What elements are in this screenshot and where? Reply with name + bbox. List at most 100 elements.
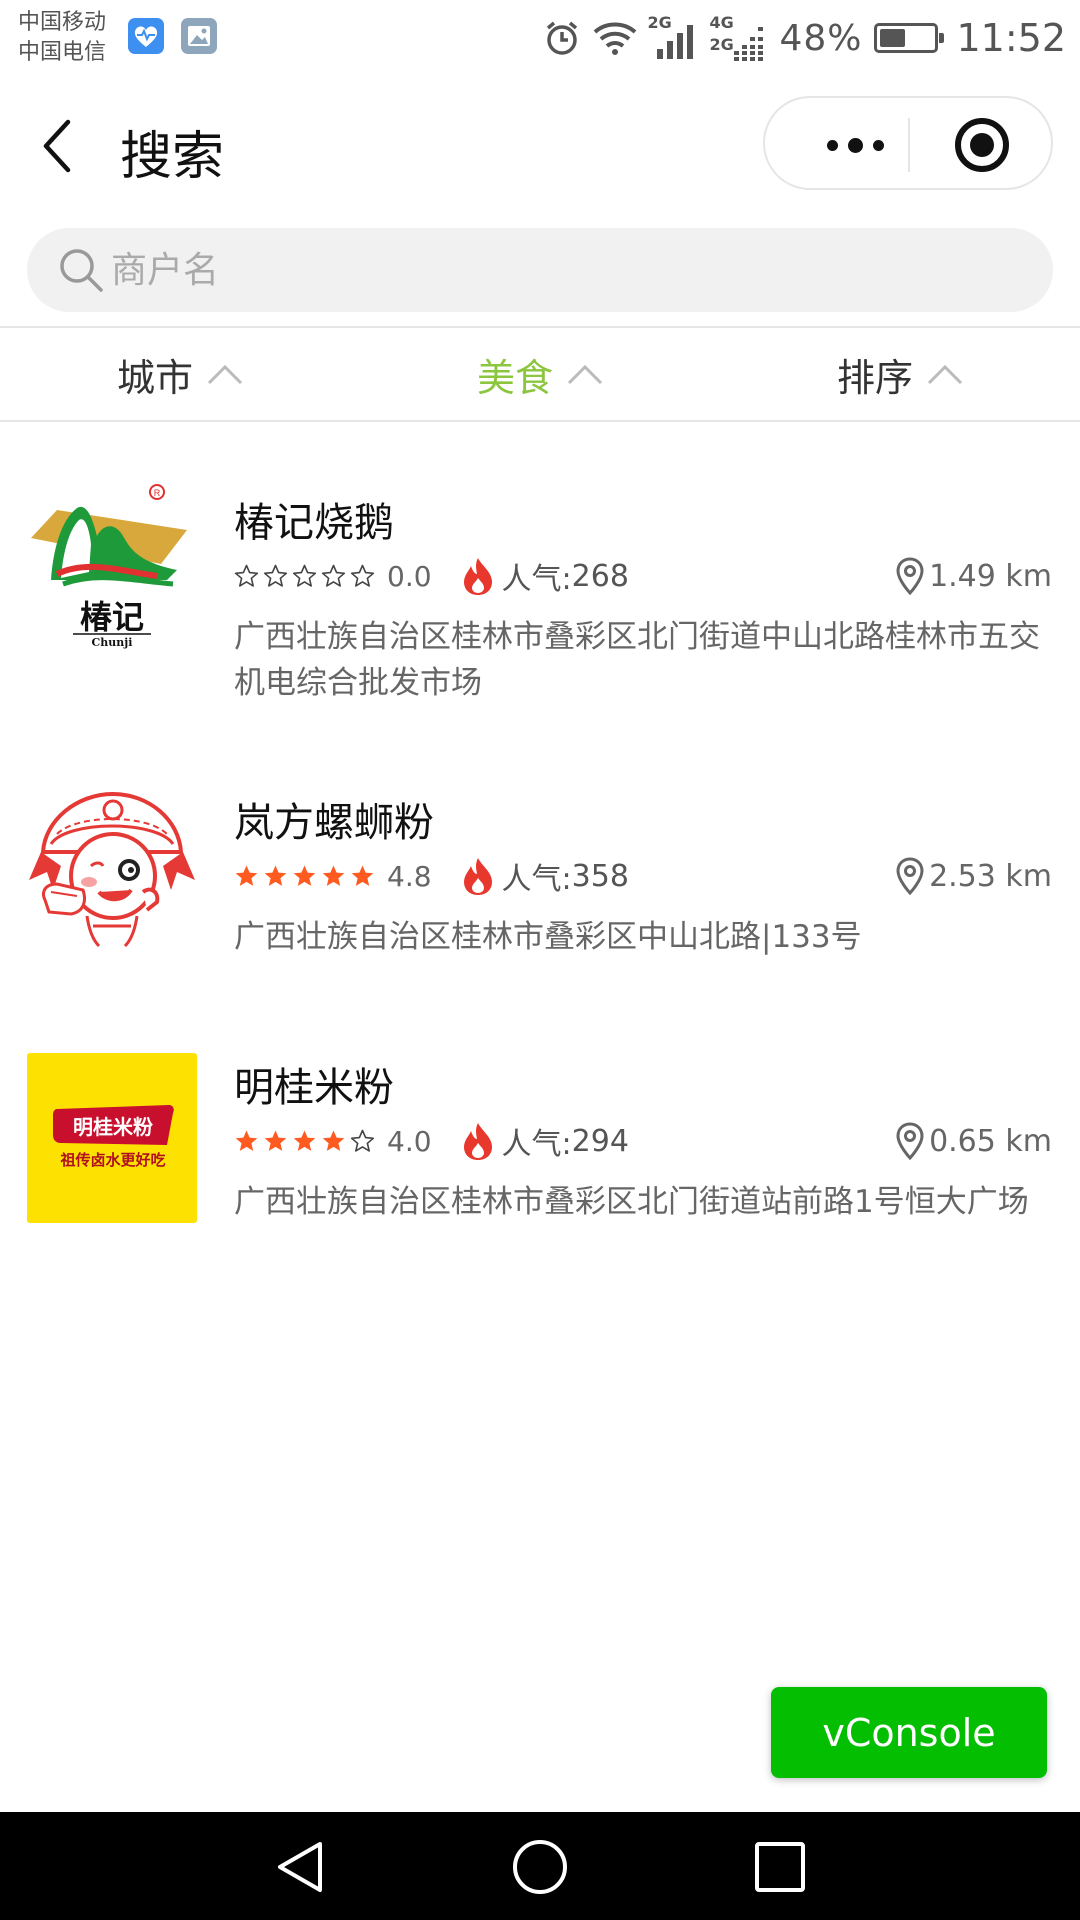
star-empty-icon [292, 564, 317, 587]
more-dot-icon [826, 139, 838, 151]
clock: 11:52 [956, 16, 1066, 60]
nav-recents-icon[interactable] [751, 1838, 809, 1896]
distance-value: 1.49 km [929, 558, 1052, 594]
merchant-item[interactable]: 明桂米粉 祖传卤水更好吃 明桂米粉 4.0 人气: 294 0.65 km 广西… [0, 995, 1080, 1325]
search-input[interactable] [111, 228, 1011, 312]
close-miniprogram-button[interactable] [955, 118, 1009, 172]
fire-icon [463, 1123, 492, 1160]
more-dot-icon [847, 137, 863, 153]
filter-food-label: 美食 [476, 355, 553, 400]
chunji-logo-subtext: Chunji [92, 636, 133, 649]
filter-bar: 城市 美食 排序 [0, 326, 1080, 422]
star-filled-icon [264, 1130, 287, 1151]
chunji-logo-text: 椿记 [80, 598, 144, 636]
star-empty-icon [350, 564, 375, 587]
location-pin-icon [896, 857, 924, 895]
signal-1: 2G [647, 13, 697, 61]
signal-icon [657, 25, 694, 59]
gallery-app-icon [181, 18, 217, 54]
minggui-logo: 明桂米粉 祖传卤水更好吃 [27, 1053, 197, 1223]
merchant-rating-row: 0.0 人气: 268 1.49 km [234, 554, 1052, 598]
merchant-rating-row: 4.8 人气: 358 2.53 km [234, 854, 1052, 898]
star-rating [234, 1129, 375, 1154]
merchant-address: 广西壮族自治区桂林市叠彩区北门街道中山北路桂林市五交机电综合批发市场 [234, 619, 1040, 701]
back-arrow-icon [43, 119, 71, 173]
filter-city[interactable]: 城市 [0, 328, 360, 420]
vconsole-button[interactable]: vConsole [771, 1687, 1047, 1778]
nav-home-icon[interactable] [511, 1838, 569, 1896]
wifi-icon [594, 22, 637, 55]
popularity-value: 358 [571, 858, 629, 894]
merchant-address: 广西壮族自治区桂林市叠彩区中山北路|133号 [234, 919, 862, 955]
search-bar[interactable] [27, 228, 1053, 312]
alarm-icon [547, 21, 578, 55]
distance: 2.53 km [895, 857, 1052, 895]
filter-sort[interactable]: 排序 [720, 328, 1080, 420]
rating-score: 0.0 [387, 559, 432, 593]
star-empty-icon [234, 564, 259, 587]
filter-sort-label: 排序 [836, 355, 913, 400]
merchant-name: 椿记烧鹅 [234, 500, 394, 546]
filter-city-label: 城市 [116, 355, 193, 400]
chevron-up-icon [927, 364, 963, 385]
merchant-name: 岚方螺蛳粉 [234, 800, 434, 846]
star-filled-icon [322, 865, 345, 886]
location-pin-icon [896, 557, 924, 595]
system-navigation-bar [0, 1812, 1080, 1920]
network-2-bottom-label: 2G [709, 35, 734, 54]
star-filled-icon [235, 865, 258, 886]
chunji-logo: R 椿记 Chunji [27, 480, 197, 650]
carrier-info: 中国移动 中国电信 [18, 8, 106, 68]
filter-food[interactable]: 美食 [360, 328, 720, 420]
star-rating [234, 564, 375, 589]
fire-icon [463, 858, 492, 895]
popularity-label: 人气: [501, 1127, 572, 1162]
popularity-value: 294 [571, 1123, 629, 1159]
status-bar: 中国移动 中国电信 2G 4G 2G 48% 11:52 [0, 0, 1080, 76]
star-empty-icon [263, 564, 288, 587]
capsule-divider [908, 118, 910, 172]
merchant-item[interactable]: 岚方螺蛳粉 4.8 人气: 358 2.53 km 广西壮族自治区桂林市叠彩区中… [0, 730, 1080, 995]
rating-score: 4.8 [387, 859, 432, 893]
location-pin-icon [896, 1122, 924, 1160]
search-icon [60, 249, 103, 292]
page-title: 搜索 [120, 127, 225, 187]
star-filled-icon [293, 865, 316, 886]
distance-value: 0.65 km [929, 1123, 1052, 1159]
chevron-up-icon [567, 364, 603, 385]
merchant-address: 广西壮族自治区桂林市叠彩区北门街道站前路1号恒大广场 [234, 1184, 1029, 1220]
star-filled-icon [293, 1130, 316, 1151]
signal-2: 4G 2G [709, 13, 767, 61]
distance-value: 2.53 km [929, 858, 1052, 894]
network-2-top-label: 4G [709, 13, 734, 32]
star-empty-icon [350, 1129, 375, 1152]
popularity-label: 人气: [501, 562, 572, 597]
fire-icon [463, 558, 492, 595]
svg-text:R: R [154, 488, 161, 498]
health-app-icon [128, 18, 164, 54]
miniprogram-capsule [763, 96, 1053, 190]
star-filled-icon [264, 865, 287, 886]
star-rating [234, 864, 375, 889]
carrier-2: 中国电信 [18, 40, 107, 65]
distance: 0.65 km [895, 1122, 1052, 1160]
rating-score: 4.0 [387, 1124, 432, 1158]
star-filled-icon [235, 1130, 258, 1151]
signal-dotted-icon [734, 27, 764, 61]
minggui-logo-text: 明桂米粉 [73, 1115, 153, 1139]
chevron-up-icon [207, 364, 243, 385]
merchant-item[interactable]: R 椿记 Chunji 椿记烧鹅 0.0 人气: 268 1.49 km 广西壮… [0, 430, 1080, 730]
nav-back-icon[interactable] [272, 1838, 330, 1896]
more-button[interactable] [805, 120, 905, 170]
minggui-logo-subtext: 祖传卤水更好吃 [59, 1151, 165, 1169]
popularity-value: 268 [571, 558, 629, 594]
merchant-name: 明桂米粉 [234, 1065, 394, 1111]
back-button[interactable] [38, 116, 78, 176]
star-filled-icon [351, 865, 374, 886]
lanfang-logo [27, 780, 197, 950]
distance: 1.49 km [895, 557, 1052, 595]
carrier-1: 中国移动 [18, 10, 107, 35]
battery-percent: 48% [779, 17, 863, 59]
star-filled-icon [322, 1130, 345, 1151]
popularity-label: 人气: [501, 862, 572, 897]
